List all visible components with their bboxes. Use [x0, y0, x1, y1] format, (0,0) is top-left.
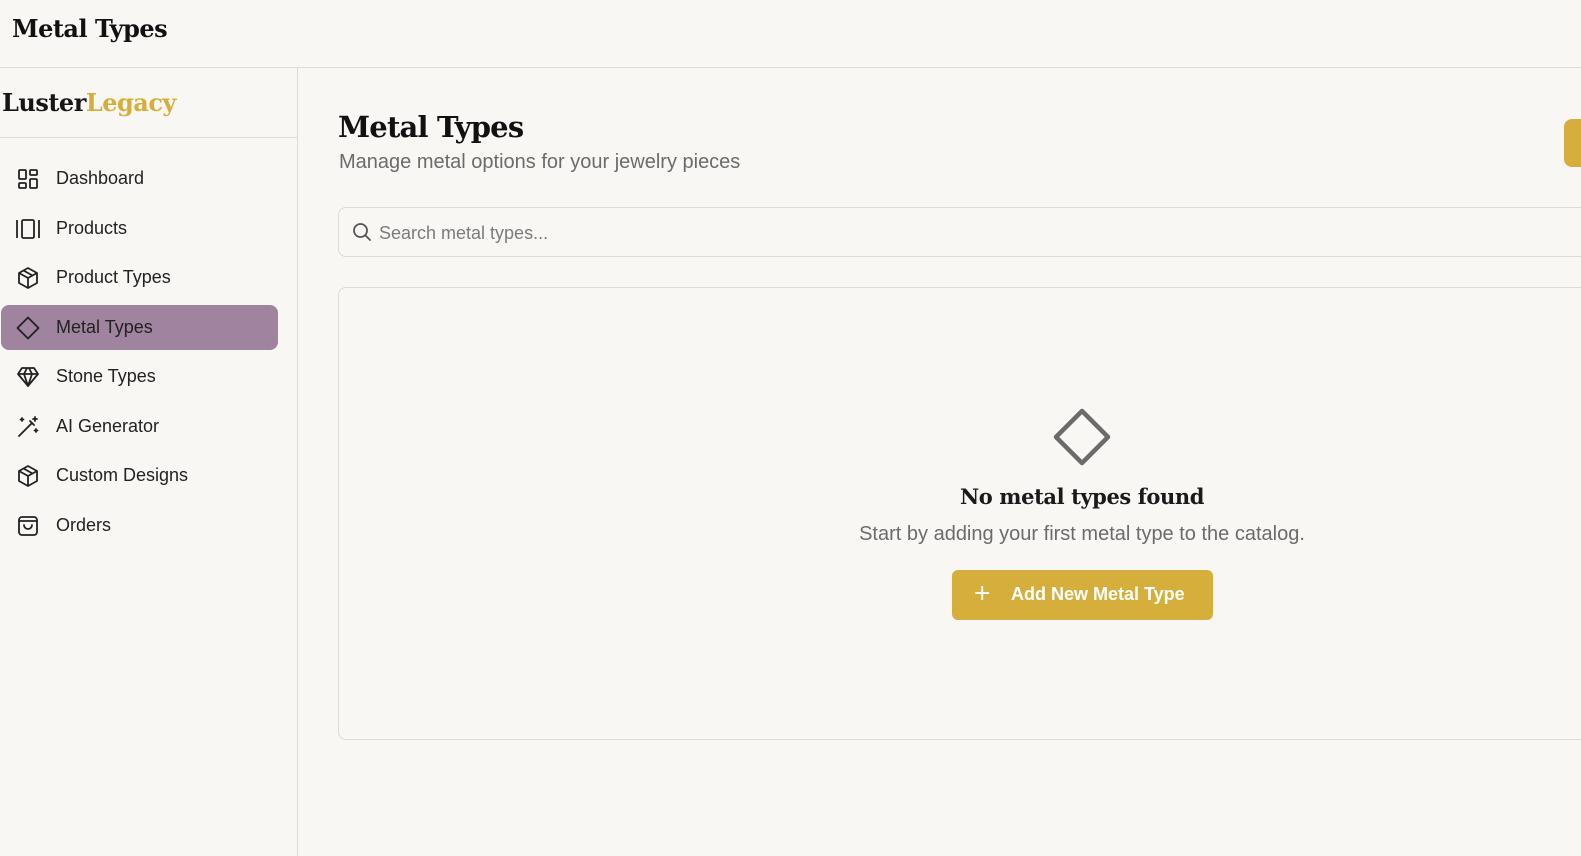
sidebar-item-custom-designs[interactable]: Custom Designs: [1, 453, 278, 498]
magic-wand-icon: [15, 414, 41, 440]
box-icon: [15, 463, 41, 489]
search-bar: [338, 207, 1581, 257]
page-subtitle: Manage metal options for your jewelry pi…: [339, 151, 741, 173]
top-header: Metal Types: [0, 0, 1581, 68]
brand-part-2: Legacy: [85, 88, 177, 117]
brand-part-1: Luster: [2, 88, 86, 117]
main-content: Metal Types Manage metal options for you…: [298, 68, 1581, 856]
sidebar-item-orders[interactable]: Orders: [1, 503, 278, 548]
search-icon: [351, 221, 373, 243]
empty-state-card: No metal types found Start by adding you…: [338, 287, 1581, 740]
gem-icon: [15, 364, 41, 390]
sidebar-item-label: Product Types: [56, 267, 171, 287]
sidebar: LusterLegacy Dashboard Products Product …: [0, 68, 298, 856]
sidebar-item-product-types[interactable]: Product Types: [1, 255, 278, 300]
divider: [0, 137, 298, 138]
empty-state-text: Start by adding your first metal type to…: [859, 523, 1305, 545]
sidebar-item-label: Orders: [56, 515, 112, 535]
sidebar-item-label: AI Generator: [56, 416, 160, 436]
dashboard-icon: [15, 166, 41, 192]
plus-icon: +: [973, 581, 992, 606]
diamond-icon: [1052, 407, 1112, 467]
empty-state-title: No metal types found: [959, 484, 1205, 509]
sidebar-item-products[interactable]: Products: [1, 206, 278, 251]
header-title: Metal Types: [12, 14, 168, 43]
box-icon: [15, 265, 41, 291]
brand-logo[interactable]: LusterLegacy: [2, 88, 176, 117]
add-metal-type-button[interactable]: [1564, 119, 1581, 167]
sidebar-item-label: Products: [56, 218, 128, 238]
sidebar-item-metal-types[interactable]: Metal Types: [1, 305, 278, 350]
sidebar-item-label: Dashboard: [56, 168, 145, 188]
add-new-metal-type-button[interactable]: + Add New Metal Type: [952, 570, 1213, 620]
search-input[interactable]: [379, 218, 1379, 248]
shopping-bag-icon: [15, 513, 41, 539]
add-button-label: Add New Metal Type: [1011, 584, 1185, 604]
sidebar-item-stone-types[interactable]: Stone Types: [1, 354, 278, 399]
page-title: Metal Types: [338, 110, 524, 144]
sidebar-item-label: Stone Types: [56, 366, 156, 386]
sidebar-item-label: Custom Designs: [56, 465, 189, 485]
sidebar-item-dashboard[interactable]: Dashboard: [1, 156, 278, 201]
products-icon: [15, 216, 41, 242]
sidebar-item-label: Metal Types: [56, 317, 153, 337]
sidebar-item-ai-generator[interactable]: AI Generator: [1, 404, 278, 449]
diamond-icon: [15, 315, 41, 341]
